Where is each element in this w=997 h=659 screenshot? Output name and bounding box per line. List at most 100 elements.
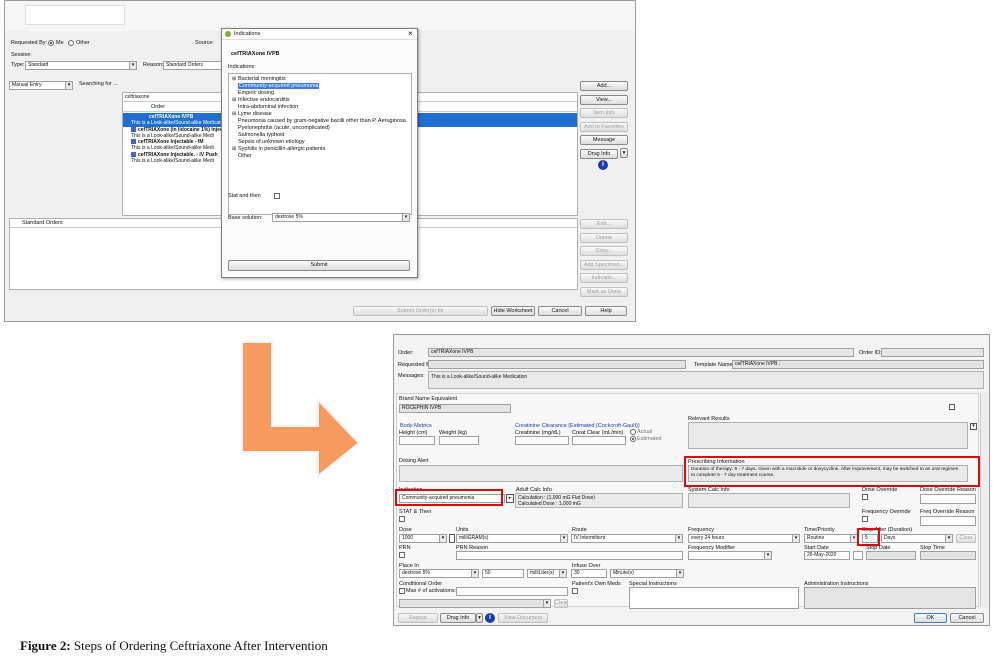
freq-modifier-field[interactable]: ▾	[688, 551, 772, 560]
infuse-over-field[interactable]: 30	[571, 569, 607, 578]
units-field[interactable]: milliGRAM(s) ▾	[456, 534, 568, 543]
item-info-button[interactable]: Item Info	[580, 108, 628, 118]
base-solution-label: Base solution:	[228, 215, 263, 221]
indication-item[interactable]: Pneumonia caused by gram-negative bacill…	[232, 118, 410, 125]
place-in-amount-field[interactable]: 50	[482, 569, 524, 578]
stop-after-unit-field[interactable]: Days ▾	[881, 534, 953, 543]
indication-item[interactable]: ⊞ Bacterial meningitis	[232, 76, 410, 83]
view-button[interactable]: View...	[580, 94, 628, 105]
conditional-clear-button[interactable]: Clear	[554, 599, 568, 608]
actual-label: Actual	[637, 429, 653, 435]
indication-item[interactable]: Intra-abdominal infection	[232, 104, 410, 111]
view-document-button[interactable]: View Document	[498, 613, 548, 623]
info-icon[interactable]: i	[485, 613, 495, 623]
base-solution-select[interactable]: dextrose 5% ▾	[272, 213, 410, 222]
weight-field[interactable]	[439, 436, 479, 445]
stop-after-clear-button[interactable]: Clear	[956, 534, 976, 543]
stat-then-checkbox[interactable]	[399, 516, 405, 522]
start-date-field[interactable]: 26-May-2020	[804, 551, 850, 560]
drug-info-dropdown[interactable]: ▾	[476, 613, 483, 623]
copy-button[interactable]: Copy...	[580, 246, 628, 256]
route-field[interactable]: IV Intermittent ▾	[571, 534, 683, 543]
frequency-label: Frequency	[688, 527, 714, 533]
info-icon[interactable]: i	[598, 160, 608, 170]
repeat-button[interactable]: Repeat	[398, 613, 438, 623]
l-arrow-shape	[241, 341, 361, 478]
max-activations-field[interactable]	[456, 587, 568, 596]
place-in-field[interactable]: dextrose 5% ▾	[399, 569, 479, 578]
hide-worksheet-button[interactable]: Hide Worksheet	[491, 306, 535, 316]
form-scrollbar[interactable]	[980, 393, 988, 607]
dose-field[interactable]: 1000 ▾	[399, 534, 447, 543]
actual-radio[interactable]	[630, 429, 636, 435]
stat-and-then-checkbox[interactable]	[274, 193, 280, 199]
delete-button[interactable]: Delete	[580, 232, 628, 243]
expand-results-icon[interactable]: ▾	[970, 423, 977, 430]
freq-override-reason-field[interactable]	[920, 516, 976, 526]
other-radio[interactable]	[68, 40, 74, 46]
caption-label: Figure 2:	[20, 638, 71, 653]
start-time-field[interactable]	[853, 551, 863, 560]
time-priority-field[interactable]: Routine ▾	[804, 534, 858, 543]
admin-instructions-field	[804, 587, 976, 609]
cancel-button[interactable]: Cancel	[950, 613, 984, 623]
estimated-radio[interactable]	[630, 436, 636, 442]
place-in-unit-field[interactable]: milliLiter(s) ▾	[527, 569, 567, 578]
drug-info-button[interactable]: Drug Info	[580, 148, 618, 159]
ok-button[interactable]: OK	[914, 613, 947, 623]
dose-override-reason-field[interactable]	[920, 494, 976, 504]
freq-override-checkbox[interactable]	[862, 516, 868, 522]
help-button[interactable]: Help	[585, 306, 627, 316]
indication-item[interactable]: ⊞ Infective endocarditis	[232, 97, 410, 104]
indication-item[interactable]: Empiric dosing	[232, 90, 410, 97]
result-row-text: This is a Look-alike/Sound-alike Medi	[131, 132, 214, 139]
height-field[interactable]	[399, 436, 435, 445]
creatinine-field[interactable]	[515, 436, 569, 445]
indication-item-text: Community-acquired pneumonia	[238, 83, 320, 89]
add-specimen-button[interactable]: Add Specimen...	[580, 259, 628, 270]
reason-select[interactable]: Standard Orders	[163, 61, 225, 70]
dialog-titlebar[interactable]: Indications ×	[222, 29, 417, 40]
conditional-select[interactable]: ▾	[399, 599, 551, 608]
me-radio[interactable]	[48, 40, 54, 46]
infuse-over-unit-field[interactable]: Minute(s) ▾	[610, 569, 684, 578]
indication-item-text: Syphilis in penicillin-allergic patients	[238, 146, 326, 152]
indication-item[interactable]: Community-acquired pneumonia	[232, 83, 410, 90]
message-button[interactable]: Message	[580, 135, 628, 145]
brand-checkbox[interactable]	[949, 404, 955, 410]
result-row[interactable]: This is a Look-alike/Sound-alike Medi	[129, 158, 229, 164]
special-instructions-field[interactable]	[629, 587, 799, 609]
creat-clear-field[interactable]	[572, 436, 626, 445]
indication-item[interactable]: Other	[232, 153, 410, 160]
indications-submit-button[interactable]: Submit	[228, 260, 410, 271]
entry-mode-select[interactable]: Manual Entry ▾	[9, 81, 73, 90]
dose-override-checkbox[interactable]	[862, 494, 868, 500]
frequency-field[interactable]: every 24 hours ▾	[688, 534, 800, 543]
type-select[interactable]: Standard ▾	[25, 61, 137, 70]
dose-picker-icon[interactable]	[449, 534, 455, 543]
cancel-button[interactable]: Cancel	[538, 306, 582, 316]
add-button[interactable]: Add...	[580, 81, 628, 91]
mark-as-done-button[interactable]: Mark as Done	[580, 286, 628, 297]
max-activations-checkbox[interactable]	[399, 588, 405, 594]
close-icon[interactable]: ×	[408, 29, 413, 39]
indication-item[interactable]: Pyelonephritis (acute, uncomplicated)	[232, 125, 410, 132]
indication-item-text: Pneumonia caused by gram-negative bacill…	[238, 118, 406, 124]
prn-reason-field[interactable]	[456, 551, 683, 560]
indication-highlight-box	[395, 489, 503, 506]
indication-item[interactable]: Sepsis of unknown etiology	[232, 139, 410, 146]
drug-info-button[interactable]: Drug Info	[440, 613, 476, 623]
dose-override-reason-label: Dose Override Reason	[920, 487, 976, 493]
patients-own-meds-checkbox[interactable]	[572, 588, 578, 594]
indicatio-button[interactable]: Indicatio...	[580, 273, 628, 283]
prn-checkbox[interactable]	[399, 552, 405, 558]
add-to-favorites-button[interactable]: Add to Favorites	[580, 121, 628, 132]
indication-item[interactable]: Salmonella typhoid	[232, 132, 410, 139]
indication-item[interactable]: ⊞ Syphilis in penicillin-allergic patient…	[232, 146, 410, 153]
indication-item[interactable]: ⊞ Lyme disease	[232, 111, 410, 118]
drug-info-dropdown[interactable]: ▾	[620, 148, 628, 158]
submit-orders-button[interactable]: Submit Order(s) for	[353, 306, 488, 316]
edit-button[interactable]: Edit...	[580, 219, 628, 229]
indication-picker-icon[interactable]: ▸	[506, 494, 514, 503]
time-priority-label: Time/Priority	[804, 527, 835, 533]
